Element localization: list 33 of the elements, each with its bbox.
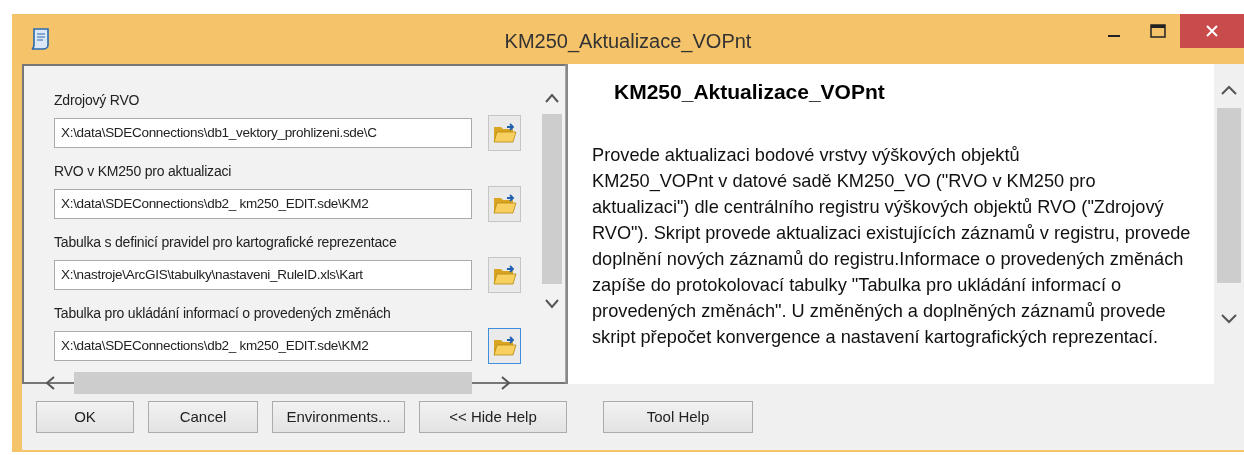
dialog-button[interactable]: << Hide Help	[419, 401, 567, 433]
close-icon	[1205, 24, 1219, 38]
dialog-button[interactable]: Cancel	[148, 401, 258, 433]
window-title: KM250_Aktualizace_VOPnt	[504, 29, 752, 55]
field-label: Zdrojový RVO	[54, 92, 140, 109]
field-label: RVO v KM250 pro aktualizaci	[54, 163, 232, 180]
browse-button[interactable]	[488, 186, 521, 222]
browse-button[interactable]	[488, 115, 521, 151]
dialog-button[interactable]: OK	[36, 401, 134, 433]
scrollbar-thumb[interactable]	[74, 372, 472, 394]
path-field[interactable]: X:\nastroje\ArcGIS\tabulky\nastaveni_RuleID.xls\Kart	[54, 260, 472, 290]
scroll-down-icon[interactable]	[1220, 313, 1238, 325]
scrollbar-thumb[interactable]	[1217, 108, 1241, 283]
scroll-down-icon[interactable]	[544, 298, 560, 310]
scroll-right-icon[interactable]	[500, 375, 512, 391]
maximize-icon	[1150, 24, 1166, 38]
dialog-button[interactable]: Environments...	[272, 401, 405, 433]
tool-help-button[interactable]: Tool Help	[603, 401, 753, 433]
path-field[interactable]: X:\data\SDEConnections\db2_ km250_EDIT.sde\KM2	[54, 189, 472, 219]
field-label: Tabulka s definicí pravidel pro kartografické reprezentace	[54, 234, 397, 251]
help-title: KM250_Aktualizace_VOPnt	[614, 79, 885, 105]
help-text: Provede aktualizaci bodové vrstvy výškových objektů KM250_VOPnt v datové sadě KM250_VO ("RVO v KM250 pro aktualizaci") dle centrálního registru výškových objektů RVO ("Zdrojový RVO"). Skript provede aktualizaci existujících záznamů v registru, provede doplnění nových záznamů do registru.Informace o provedených změnách zapíše do protokolovací tabulky "Tabulka pro ukládání informací o provedených změnách". U změněných a doplněných záznamů provede skript přepočet konvergence a nastavení kartografických reprezentací.	[592, 143, 1192, 349]
scroll-up-icon[interactable]	[1220, 84, 1238, 96]
browse-button[interactable]	[488, 328, 521, 364]
scroll-left-icon[interactable]	[44, 375, 56, 391]
field-label: Tabulka pro ukládání informací o provedených změnách	[54, 305, 391, 322]
browse-button[interactable]	[488, 257, 521, 293]
close-button[interactable]	[1180, 14, 1244, 48]
scroll-up-icon[interactable]	[544, 92, 560, 104]
minimize-icon	[1108, 35, 1120, 37]
path-field[interactable]: X:\data\SDEConnections\db1_vektory_prohlizeni.sde\C	[54, 118, 472, 148]
scrollbar-thumb[interactable]	[542, 114, 562, 284]
path-field[interactable]: X:\data\SDEConnections\db2_ km250_EDIT.sde\KM2	[54, 331, 472, 361]
